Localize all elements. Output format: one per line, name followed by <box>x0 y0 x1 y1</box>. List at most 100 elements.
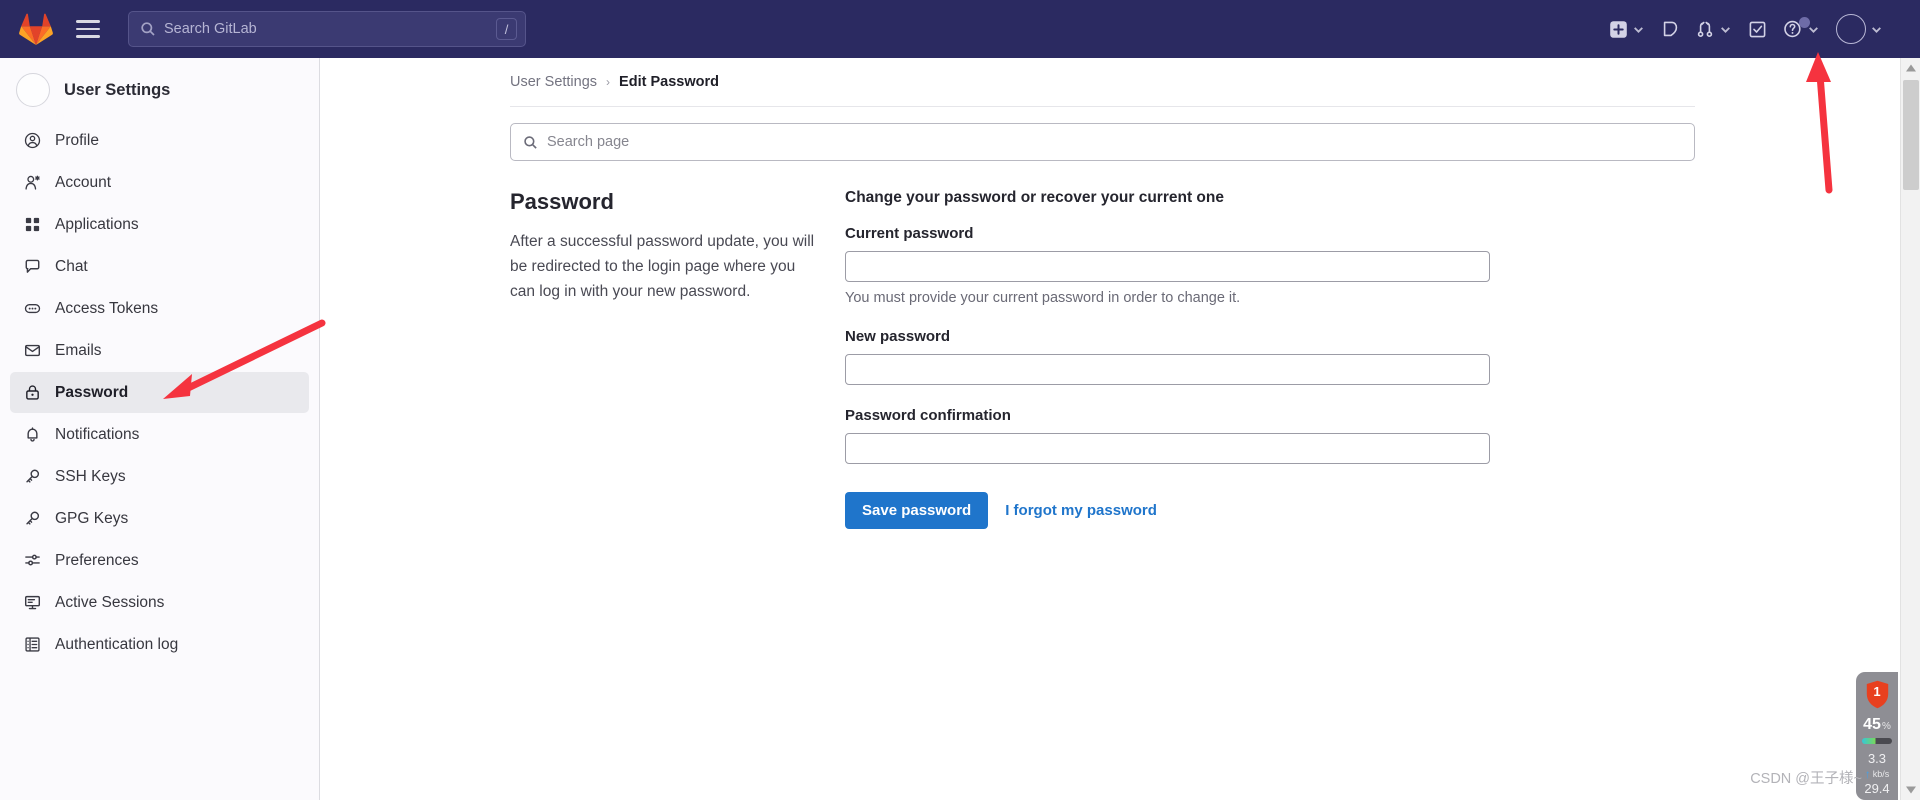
envelope-icon <box>24 344 41 357</box>
cpu-percent-value: 45 <box>1863 716 1881 733</box>
forgot-password-link[interactable]: I forgot my password <box>1005 502 1157 519</box>
sidebar-item-label: Preferences <box>55 551 139 569</box>
help-menu[interactable] <box>1776 9 1827 49</box>
new-password-label: New password <box>845 328 951 345</box>
sidebar-item-label: Access Tokens <box>55 299 159 317</box>
monitor-icon <box>24 595 41 610</box>
gitlab-logo-icon[interactable] <box>18 12 54 46</box>
sidebar-nav-list: Profile Account Applications Chat Access… <box>0 116 319 665</box>
shield-badge-count: 1 <box>1873 684 1881 699</box>
user-circle-icon <box>24 132 41 149</box>
hamburger-menu-icon[interactable] <box>76 15 104 43</box>
top-navbar: Search GitLab / <box>0 0 1920 58</box>
sidebar-item-label: Profile <box>55 131 99 149</box>
key-icon <box>26 469 40 483</box>
account-user-icon <box>25 175 40 190</box>
sidebar-item-label: Account <box>55 173 112 191</box>
security-shield-badge: 1 <box>1865 680 1890 709</box>
issues-link[interactable] <box>1654 9 1687 49</box>
sidebar-item-account[interactable]: Account <box>10 162 309 203</box>
breadcrumb: User Settings › Edit Password <box>320 58 1900 90</box>
scrollbar-thumb[interactable] <box>1903 80 1919 190</box>
page-scrollbar[interactable] <box>1900 58 1920 800</box>
breadcrumb-separator: › <box>606 75 611 89</box>
sidebar-item-label: Applications <box>55 215 139 233</box>
current-password-group: Current password You must provide your c… <box>845 225 1545 306</box>
avatar <box>1836 14 1866 44</box>
sidebar-item-profile[interactable]: Profile <box>10 120 309 161</box>
chevron-down-icon <box>1634 26 1643 33</box>
scroll-down-arrow-icon[interactable] <box>1905 785 1917 795</box>
list-table-icon <box>25 637 40 652</box>
issues-icon <box>1663 21 1678 36</box>
password-confirmation-group: Password confirmation <box>845 407 1545 464</box>
section-description: After a successful password update, you … <box>510 233 815 300</box>
sidebar-item-label: Notifications <box>55 425 140 443</box>
new-password-group: New password <box>845 328 1545 385</box>
plus-square-icon <box>1610 20 1627 38</box>
search-icon <box>141 22 155 36</box>
save-password-button[interactable]: Save password <box>845 492 989 529</box>
lock-icon <box>26 385 39 400</box>
current-password-field[interactable] <box>845 251 1490 282</box>
create-new-menu[interactable] <box>1602 9 1652 49</box>
settings-sidebar: User Settings Profile Account Applicatio… <box>0 58 320 800</box>
todo-checkbox-icon <box>1749 21 1766 37</box>
navbar-right-actions <box>1602 0 1920 58</box>
sidebar-item-notifications[interactable]: Notifications <box>10 414 309 455</box>
merge-request-icon <box>1697 21 1713 37</box>
sidebar-item-label: Password <box>55 383 129 401</box>
search-shortcut-key: / <box>496 18 517 40</box>
cpu-percent-row: 45 % <box>1863 716 1891 734</box>
token-icon <box>24 304 41 314</box>
todos-link[interactable] <box>1741 9 1774 49</box>
breadcrumb-divider <box>510 106 1695 107</box>
sidebar-item-label: Active Sessions <box>55 593 165 611</box>
key-icon <box>26 511 40 525</box>
chevron-down-icon <box>1809 26 1818 33</box>
cpu-usage-bar <box>1862 738 1892 744</box>
password-settings-section: Password After a successful password upd… <box>510 189 1695 529</box>
chevron-down-icon <box>1872 26 1881 33</box>
form-heading: Change your password or recover your cur… <box>845 189 1224 206</box>
breadcrumb-current: Edit Password <box>619 74 719 90</box>
upload-arrow-icon: ↑ <box>1864 767 1871 781</box>
sidebar-item-password[interactable]: Password <box>10 372 309 413</box>
sidebar-item-emails[interactable]: Emails <box>10 330 309 371</box>
breadcrumb-parent[interactable]: User Settings <box>510 74 597 90</box>
sidebar-title: User Settings <box>64 80 171 99</box>
sidebar-item-authentication-log[interactable]: Authentication log <box>10 624 309 665</box>
merge-requests-menu[interactable] <box>1689 9 1739 49</box>
password-confirmation-field[interactable] <box>845 433 1490 464</box>
current-password-help: You must provide your current password i… <box>845 290 1241 306</box>
section-description-column: Password After a successful password upd… <box>510 189 845 529</box>
page-search-placeholder: Search page <box>547 134 630 150</box>
current-password-label: Current password <box>845 225 974 242</box>
sidebar-item-label: SSH Keys <box>55 467 126 485</box>
scroll-up-arrow-icon[interactable] <box>1905 63 1917 73</box>
sidebar-item-active-sessions[interactable]: Active Sessions <box>10 582 309 623</box>
sidebar-item-chat[interactable]: Chat <box>10 246 309 287</box>
main-content: User Settings › Edit Password Search pag… <box>320 58 1900 800</box>
sidebar-item-preferences[interactable]: Preferences <box>10 540 309 581</box>
watermark-text: CSDN @王子様~ <box>1750 771 1862 787</box>
sidebar-header[interactable]: User Settings <box>0 64 319 116</box>
password-form: Change your password or recover your cur… <box>845 189 1545 529</box>
sidebar-item-gpg-keys[interactable]: GPG Keys <box>10 498 309 539</box>
chevron-down-icon <box>1721 26 1730 33</box>
page-search-input[interactable]: Search page <box>510 123 1695 161</box>
bell-icon <box>27 427 38 442</box>
sidebar-item-label: GPG Keys <box>55 509 129 527</box>
performance-monitor-widget[interactable]: 1 45 % 3.3 ↑ kb/s 29.4 <box>1856 672 1898 800</box>
applications-grid-icon <box>25 217 40 232</box>
sidebar-avatar <box>16 73 50 107</box>
password-confirmation-label: Password confirmation <box>845 407 1011 424</box>
sidebar-item-applications[interactable]: Applications <box>10 204 309 245</box>
sidebar-item-access-tokens[interactable]: Access Tokens <box>10 288 309 329</box>
chat-bubble-icon <box>25 259 40 273</box>
sidebar-item-label: Authentication log <box>55 635 179 653</box>
global-search-input[interactable]: Search GitLab / <box>128 11 526 47</box>
new-password-field[interactable] <box>845 354 1490 385</box>
user-menu[interactable] <box>1829 9 1890 49</box>
sidebar-item-ssh-keys[interactable]: SSH Keys <box>10 456 309 497</box>
